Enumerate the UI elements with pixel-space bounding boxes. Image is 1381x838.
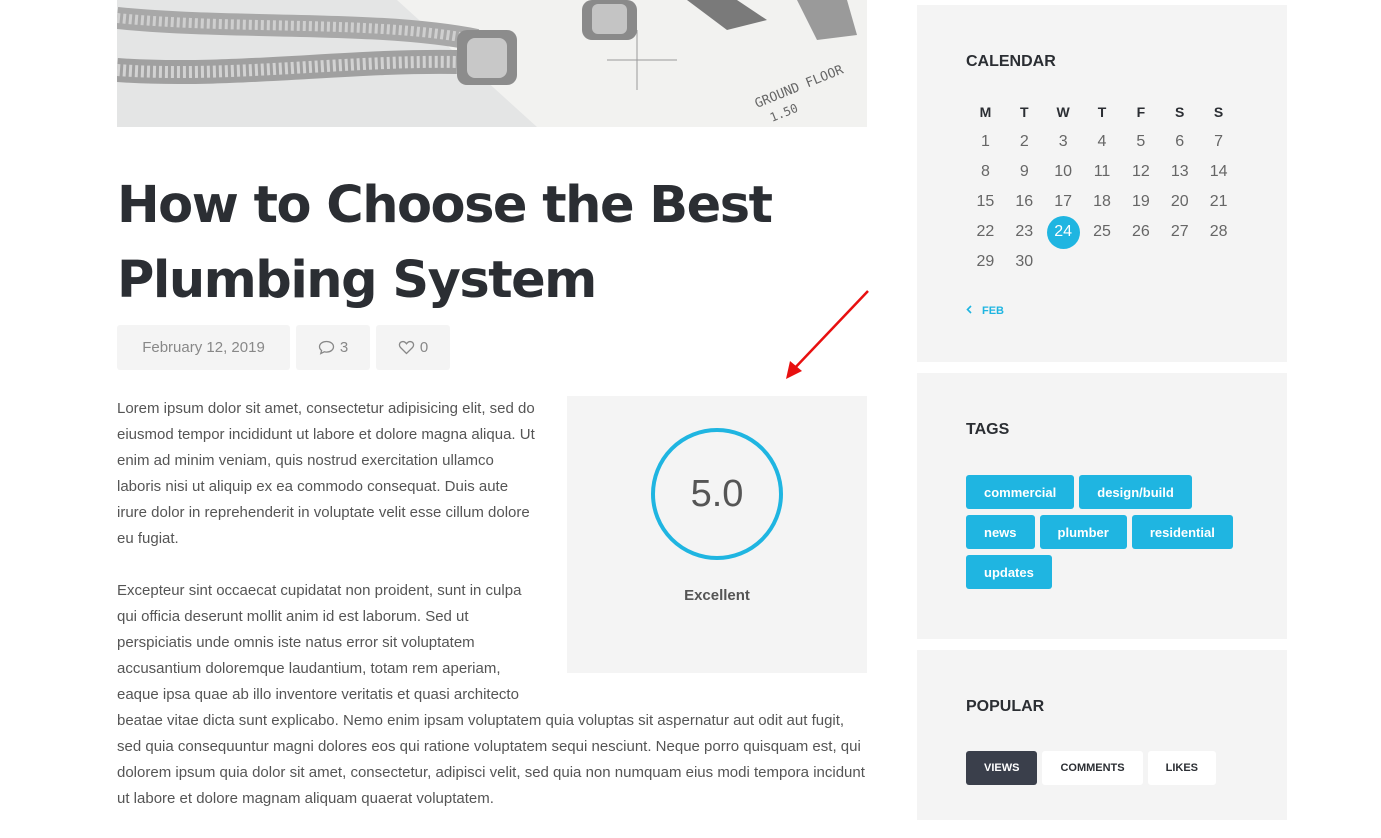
chevron-left-icon xyxy=(966,305,972,317)
weekday-label: S xyxy=(1213,104,1224,120)
post-date[interactable]: February 12, 2019 xyxy=(117,325,290,370)
weekday-label: F xyxy=(1136,104,1146,120)
likes-count-button[interactable]: 0 xyxy=(376,325,450,370)
calendar-day: 30 xyxy=(1015,253,1034,270)
post-content: 5.0 Excellent Lorem ipsum dolor sit amet… xyxy=(117,396,867,838)
heart-icon xyxy=(398,340,415,355)
calendar-day: 8 xyxy=(980,163,990,180)
tab-comments[interactable]: COMMENTS xyxy=(1042,751,1143,785)
tags-title: TAGS xyxy=(966,421,1010,438)
calendar-day: 6 xyxy=(1175,133,1185,150)
calendar-day: 11 xyxy=(1093,163,1111,180)
annotation-arrow xyxy=(786,290,869,379)
calendar-weekdays: M T W T F S S xyxy=(966,97,1238,127)
calendar-day: 18 xyxy=(1093,193,1111,210)
plumbing-hoses-illustration: GROUND FLOOR 1.50 xyxy=(117,0,867,127)
tag-residential[interactable]: residential xyxy=(1131,515,1233,549)
tag-plumber[interactable]: plumber xyxy=(1039,515,1127,549)
calendar-day: 25 xyxy=(1093,223,1111,240)
calendar-day: 19 xyxy=(1131,193,1150,210)
calendar-day: 4 xyxy=(1097,133,1107,150)
tag-commercial[interactable]: commercial xyxy=(966,475,1075,509)
calendar-day: 9 xyxy=(1019,163,1029,180)
calendar-day: 22 xyxy=(976,223,995,240)
calendar-prev-month-link[interactable]: FEB xyxy=(966,305,1004,317)
calendar-day-today[interactable]: 24 xyxy=(1044,215,1083,249)
today-marker: 24 xyxy=(1046,215,1080,249)
tab-views[interactable]: VIEWS xyxy=(966,751,1038,785)
speech-bubble-icon xyxy=(318,340,335,355)
tag-design-build[interactable]: design/build xyxy=(1079,475,1192,509)
tag-news[interactable]: news xyxy=(966,515,1035,549)
popular-title: POPULAR xyxy=(966,698,1045,715)
calendar-day: 21 xyxy=(1209,193,1228,210)
comments-count-button[interactable]: 3 xyxy=(296,325,370,370)
weekday-label: W xyxy=(1056,104,1070,120)
tag-cloud: commercial design/build news plumber res… xyxy=(966,475,1246,589)
calendar-grid: M T W T F S S 1 2 3 4 5 6 7 8 9 10 11 12… xyxy=(966,97,1238,277)
calendar-day: 10 xyxy=(1054,163,1073,180)
prev-month-label: FEB xyxy=(982,305,1004,317)
calendar-day: 27 xyxy=(1170,223,1189,240)
calendar-week: 29 30 xyxy=(966,247,1238,277)
weekday-label: S xyxy=(1175,104,1185,120)
tab-likes[interactable]: LIKES xyxy=(1147,751,1217,785)
calendar-week: 1 2 3 4 5 6 7 xyxy=(966,127,1238,157)
comments-count: 3 xyxy=(339,339,349,356)
post-meta: February 12, 2019 3 0 xyxy=(117,325,450,370)
weekday-label: T xyxy=(1020,104,1029,120)
calendar-day xyxy=(1044,247,1083,277)
calendar-day xyxy=(1160,247,1199,277)
rating-label: Excellent xyxy=(684,587,750,604)
calendar-day xyxy=(1199,247,1238,277)
calendar-day: 5 xyxy=(1136,133,1146,150)
popular-widget: POPULAR VIEWS COMMENTS LIKES xyxy=(917,650,1287,820)
calendar-title: CALENDAR xyxy=(966,53,1056,70)
calendar-day xyxy=(1121,247,1160,277)
likes-count: 0 xyxy=(419,339,429,356)
calendar-day: 7 xyxy=(1214,133,1224,150)
post-featured-image: GROUND FLOOR 1.50 xyxy=(117,0,867,127)
calendar-day: 20 xyxy=(1170,193,1189,210)
calendar-widget: CALENDAR M T W T F S S 1 2 3 4 5 6 7 8 9… xyxy=(917,5,1287,362)
calendar-day: 29 xyxy=(976,253,995,270)
calendar-day: 17 xyxy=(1054,193,1073,210)
rating-box: 5.0 Excellent xyxy=(567,396,867,673)
calendar-week: 8 9 10 11 12 13 14 xyxy=(966,157,1238,187)
calendar-day xyxy=(1083,247,1122,277)
calendar-day: 1 xyxy=(980,133,990,150)
calendar-week: 22 23 24 25 26 27 28 xyxy=(966,215,1238,249)
calendar-day: 2 xyxy=(1019,133,1029,150)
calendar-day: 14 xyxy=(1209,163,1228,180)
calendar-day: 28 xyxy=(1209,223,1228,240)
calendar-day: 12 xyxy=(1131,163,1150,180)
calendar-day: 26 xyxy=(1131,223,1150,240)
calendar-day: 15 xyxy=(976,193,995,210)
popular-tabs: VIEWS COMMENTS LIKES xyxy=(966,751,1217,785)
tags-widget: TAGS commercial design/build news plumbe… xyxy=(917,373,1287,639)
tag-updates[interactable]: updates xyxy=(966,555,1052,589)
calendar-day: 3 xyxy=(1058,133,1068,150)
weekday-label: M xyxy=(979,104,992,120)
calendar-day: 16 xyxy=(1015,193,1034,210)
post-title: How to Choose the Best Plumbing System xyxy=(117,176,773,310)
calendar-day: 23 xyxy=(1015,223,1034,240)
calendar-week: 15 16 17 18 19 20 21 xyxy=(966,187,1238,217)
calendar-day: 13 xyxy=(1170,163,1189,180)
rating-score: 5.0 xyxy=(651,428,783,560)
weekday-label: T xyxy=(1097,104,1107,120)
